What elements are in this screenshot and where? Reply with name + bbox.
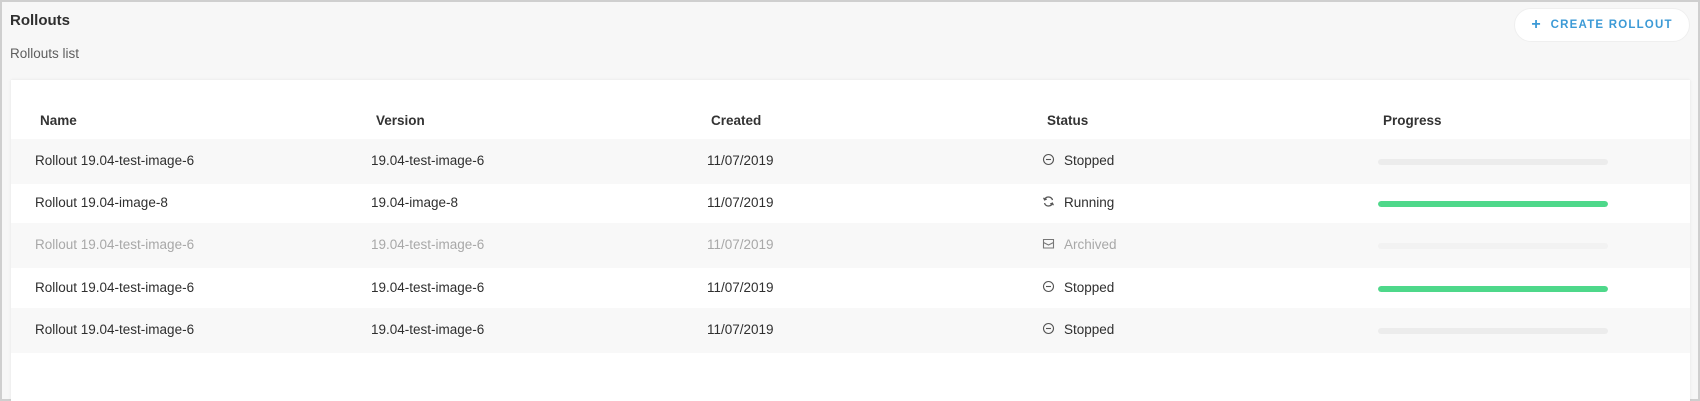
- progress-bar: [1378, 201, 1608, 207]
- refresh-icon: [1042, 195, 1055, 208]
- plus-icon: +: [1531, 15, 1541, 33]
- rollout-name: Rollout 19.04-test-image-6: [35, 237, 195, 252]
- rollout-status: Archived: [1042, 237, 1117, 252]
- table-row[interactable]: Rollout 19.04-image-8 19.04-image-8 11/0…: [11, 181, 1690, 226]
- rollout-version: 19.04-test-image-6: [371, 280, 485, 295]
- page-title: Rollouts: [10, 12, 70, 29]
- create-rollout-button[interactable]: + CREATE ROLLOUT: [1514, 8, 1690, 42]
- archive-box-icon: [1042, 237, 1055, 250]
- rollout-created: 11/07/2019: [707, 153, 774, 168]
- column-header-progress[interactable]: Progress: [1383, 113, 1442, 128]
- rollout-version: 19.04-test-image-6: [371, 237, 485, 252]
- rollout-created: 11/07/2019: [707, 237, 774, 252]
- progress-bar: [1378, 243, 1608, 249]
- rollout-created: 11/07/2019: [707, 195, 774, 210]
- table-row[interactable]: Rollout 19.04-test-image-6 19.04-test-im…: [11, 308, 1690, 353]
- stopped-circle-icon: [1042, 153, 1055, 166]
- progress-bar: [1378, 159, 1608, 165]
- table-row[interactable]: Rollout 19.04-test-image-6 19.04-test-im…: [11, 139, 1690, 184]
- rollout-version: 19.04-test-image-6: [371, 322, 485, 337]
- rollout-status: Stopped: [1042, 322, 1114, 337]
- rollouts-page: Rollouts Rollouts list + CREATE ROLLOUT …: [0, 0, 1700, 401]
- column-header-version[interactable]: Version: [376, 113, 425, 128]
- status-label: Stopped: [1064, 153, 1115, 168]
- rollout-created: 11/07/2019: [707, 280, 774, 295]
- rollout-name: Rollout 19.04-image-8: [35, 195, 168, 210]
- column-header-status[interactable]: Status: [1047, 113, 1088, 128]
- rollout-version: 19.04-test-image-6: [371, 153, 485, 168]
- column-header-name[interactable]: Name: [40, 113, 77, 128]
- rollout-name: Rollout 19.04-test-image-6: [35, 280, 195, 295]
- status-label: Archived: [1064, 237, 1117, 252]
- status-label: Running: [1064, 195, 1115, 210]
- rollout-status: Stopped: [1042, 153, 1114, 168]
- stopped-circle-icon: [1042, 322, 1055, 335]
- progress-bar: [1378, 286, 1608, 292]
- stopped-circle-icon: [1042, 280, 1055, 293]
- table-row[interactable]: Rollout 19.04-test-image-6 19.04-test-im…: [11, 223, 1690, 268]
- rollout-status: Running: [1042, 195, 1114, 210]
- rollout-name: Rollout 19.04-test-image-6: [35, 153, 195, 168]
- rollout-status: Stopped: [1042, 280, 1114, 295]
- rollout-name: Rollout 19.04-test-image-6: [35, 322, 195, 337]
- table-row[interactable]: Rollout 19.04-test-image-6 19.04-test-im…: [11, 266, 1690, 311]
- rollout-version: 19.04-image-8: [371, 195, 459, 210]
- progress-bar: [1378, 328, 1608, 334]
- rollouts-table: Name Version Created Status Progress Rol…: [11, 80, 1690, 401]
- status-label: Stopped: [1064, 322, 1115, 337]
- create-rollout-label: CREATE ROLLOUT: [1550, 19, 1673, 31]
- column-header-created[interactable]: Created: [711, 113, 761, 128]
- status-label: Stopped: [1064, 280, 1115, 295]
- page-subtitle: Rollouts list: [10, 46, 80, 61]
- rollout-created: 11/07/2019: [707, 322, 774, 337]
